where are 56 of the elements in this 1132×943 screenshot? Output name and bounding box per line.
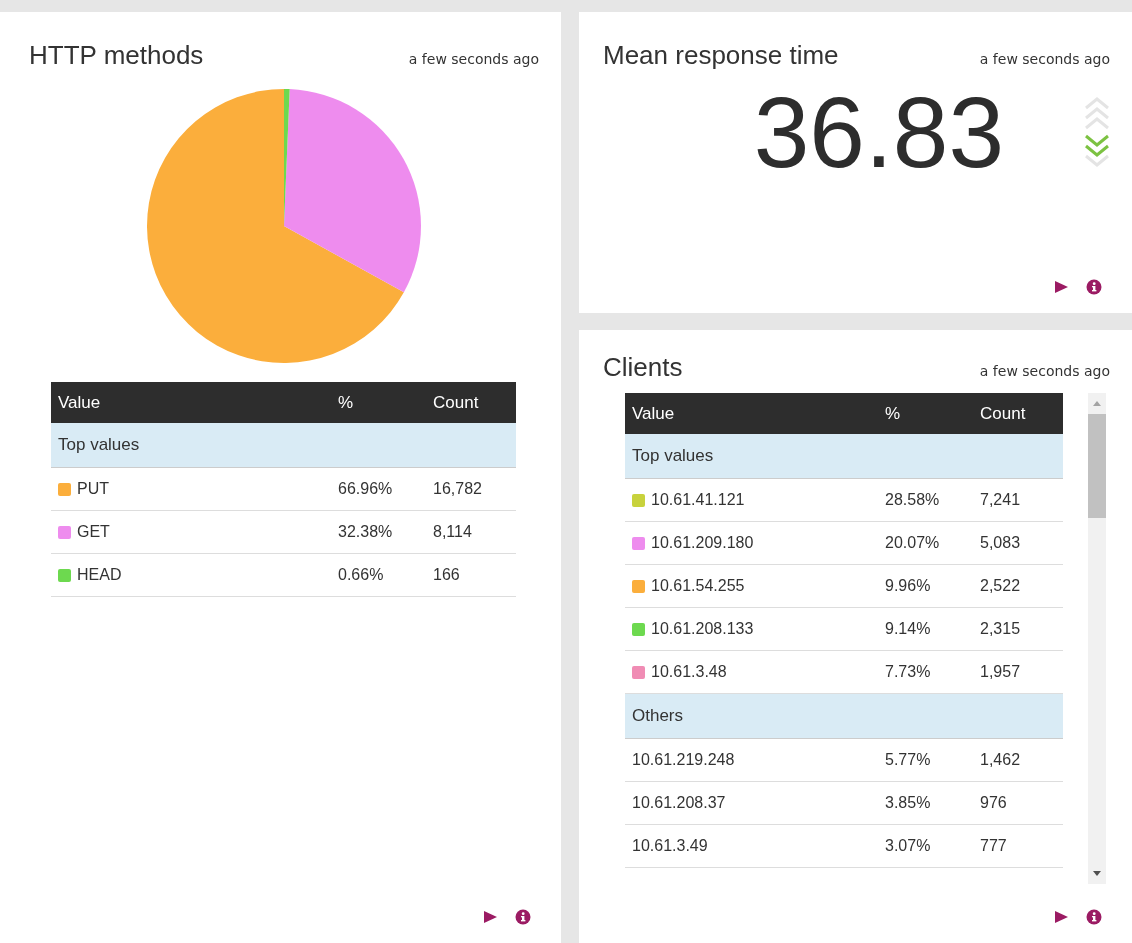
column-header[interactable]: Value	[625, 403, 885, 424]
table-cell: 10.61.208.37	[632, 794, 726, 812]
table-cell-text: 2,522	[980, 577, 1022, 595]
table-cell-text: 7,241	[980, 491, 1022, 509]
play-icon[interactable]	[1053, 279, 1069, 295]
table-cell: 10.61.41.121	[651, 491, 745, 509]
group-header: Top values	[625, 434, 1063, 479]
group-header: Top values	[51, 423, 516, 468]
table-cell-text: 3.85%	[885, 794, 932, 812]
table-cell: 10.61.3.49	[632, 837, 708, 855]
table-cell-text: 7.73%	[885, 663, 932, 681]
play-icon[interactable]	[1053, 909, 1069, 925]
table-cell-text: 20.07%	[885, 534, 941, 552]
table-cell: GET	[77, 523, 110, 541]
column-header[interactable]: %	[885, 403, 980, 424]
table-cell-text: 8,114	[433, 523, 473, 541]
panel-title: Mean response time	[603, 40, 839, 71]
table-cell-text: 9.14%	[885, 620, 932, 638]
table-cell: 10.61.3.48	[651, 663, 727, 681]
play-icon[interactable]	[482, 909, 498, 925]
info-icon[interactable]	[1086, 279, 1102, 295]
panel-title: Clients	[603, 352, 683, 383]
metric-value: 36.83	[753, 75, 1004, 190]
table-cell-text: 976	[980, 794, 1008, 812]
table-cell-text: 0.66%	[338, 566, 385, 584]
table-cell-text: 166	[433, 566, 461, 584]
table-cell-text: 5,083	[980, 534, 1022, 552]
timestamp: a few seconds ago	[979, 51, 1110, 67]
table-cell: 10.61.208.133	[651, 620, 754, 638]
table-cell-text: 1,462	[980, 751, 1022, 769]
table-cell-text: 5.77%	[885, 751, 932, 769]
group-header: Others	[625, 694, 1063, 739]
table-cell: HEAD	[77, 566, 122, 584]
column-header[interactable]: %	[338, 392, 433, 413]
table-cell-text: 2,315	[980, 620, 1022, 638]
table-cell: 10.61.209.180	[651, 534, 754, 552]
panel-title: HTTP methods	[29, 40, 204, 71]
info-icon[interactable]	[1086, 909, 1102, 925]
table-cell-text: 1,957	[980, 663, 1022, 681]
table-cell-text: 28.58%	[885, 491, 941, 509]
table-cell-text: 66.96%	[338, 480, 394, 498]
timestamp: a few seconds ago	[979, 363, 1110, 379]
timestamp: a few seconds ago	[408, 51, 539, 67]
table-cell-text: 777	[980, 837, 1008, 855]
column-header[interactable]: Count	[980, 403, 1063, 424]
table-cell: PUT	[77, 480, 109, 498]
table-cell-text: 32.38%	[338, 523, 394, 541]
table-cell: 10.61.54.255	[651, 577, 745, 595]
scrollbar[interactable]	[1088, 393, 1106, 884]
table-cell-text: 9.96%	[885, 577, 932, 595]
column-header[interactable]: Count	[433, 392, 516, 413]
info-icon[interactable]	[515, 909, 531, 925]
table-cell: 10.61.219.248	[632, 751, 735, 769]
table-cell-text: 3.07%	[885, 837, 932, 855]
table-cell-text: 16,782	[433, 480, 483, 498]
column-header[interactable]: Value	[51, 392, 338, 413]
